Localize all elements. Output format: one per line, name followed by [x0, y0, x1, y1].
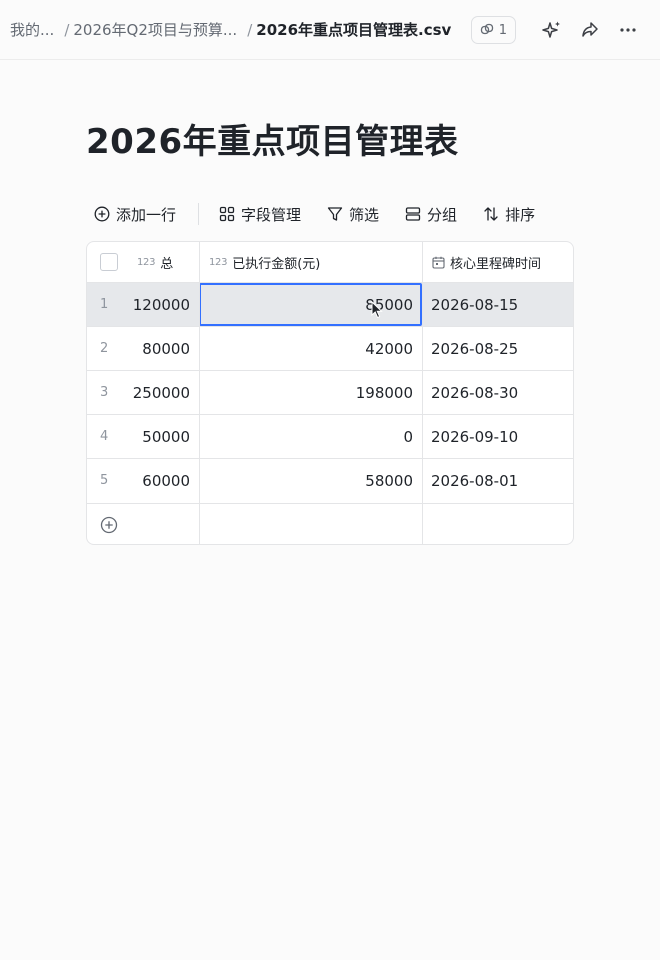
executed-amount-cell[interactable]: 198000	[200, 371, 413, 415]
sort-label: 排序	[505, 205, 536, 224]
column-header-milestone-date[interactable]: 核心里程碑时间	[422, 242, 573, 283]
breadcrumb-root[interactable]: 我的...	[10, 19, 54, 40]
total-cell[interactable]: 250000	[87, 371, 190, 415]
executed-amount-cell[interactable]: 42000	[200, 327, 413, 371]
total-cell[interactable]: 120000	[87, 283, 190, 327]
table-row[interactable]: 2 80000 42000 2026-08-25	[87, 327, 573, 371]
milestone-date-cell[interactable]: 2026-08-15	[431, 283, 518, 327]
column-header-executed-amount-label: 已执行金额(元)	[232, 257, 321, 272]
column-header-total-label: 总	[160, 257, 174, 272]
sort-arrows-icon	[484, 207, 498, 221]
milestone-date-cell[interactable]: 2026-08-01	[431, 459, 518, 503]
total-cell[interactable]: 50000	[87, 415, 190, 459]
table-row[interactable]: 1 120000 85000 2026-08-15	[87, 283, 573, 327]
top-actions: 1	[470, 14, 644, 46]
row-divider	[87, 370, 573, 371]
share-arrow-icon	[582, 22, 598, 37]
table-row[interactable]: 3 250000 198000 2026-08-30	[87, 371, 573, 415]
row-divider	[87, 458, 573, 459]
column-header-total[interactable]: 123 总	[137, 242, 173, 283]
copy-icon	[480, 23, 493, 35]
version-count: 1	[498, 22, 507, 38]
column-divider	[422, 242, 423, 544]
number-type-icon: 123	[209, 257, 228, 268]
add-row-label: 添加一行	[116, 205, 177, 224]
field-manage-label: 字段管理	[241, 205, 302, 224]
executed-amount-cell[interactable]: 58000	[200, 459, 413, 503]
filter-button[interactable]: 筛选	[327, 198, 379, 230]
more-button[interactable]	[612, 14, 644, 46]
sparkle-icon	[542, 21, 560, 38]
row-divider	[87, 326, 573, 327]
calendar-icon	[432, 256, 445, 269]
header-checkbox-column: 123 总	[87, 242, 199, 283]
table-row[interactable]: 5 60000 58000 2026-08-01	[87, 459, 573, 503]
row-divider	[87, 503, 573, 504]
table-toolbar: 添加一行 字段管理 筛选 分组 排序	[94, 198, 535, 230]
plus-circle-icon	[94, 206, 110, 222]
filter-funnel-icon	[327, 207, 343, 221]
milestone-date-cell[interactable]: 2026-08-25	[431, 327, 518, 371]
plus-circle-icon	[100, 516, 118, 534]
total-cell[interactable]: 80000	[87, 327, 190, 371]
number-type-icon: 123	[137, 257, 156, 268]
sort-button[interactable]: 排序	[483, 198, 535, 230]
grid-icon	[219, 206, 235, 222]
breadcrumb-current-file: 2026年重点项目管理表.csv	[256, 21, 452, 39]
table-row[interactable]: 4 50000 0 2026-09-10	[87, 415, 573, 459]
ai-sparkle-button[interactable]	[536, 14, 568, 46]
executed-amount-cell[interactable]: 0	[200, 415, 413, 459]
breadcrumb-folder[interactable]: 2026年Q2项目与预算...	[73, 19, 237, 40]
mouse-cursor-icon	[371, 300, 383, 323]
field-manage-button[interactable]: 字段管理	[219, 198, 301, 230]
add-row-button[interactable]: 添加一行	[94, 198, 176, 230]
select-all-checkbox[interactable]	[100, 253, 118, 271]
version-button[interactable]: 1	[470, 16, 516, 44]
milestone-date-cell[interactable]: 2026-09-10	[431, 415, 518, 459]
group-button[interactable]: 分组	[405, 198, 457, 230]
more-dots-icon	[620, 28, 636, 32]
filter-label: 筛选	[349, 205, 380, 224]
column-header-executed-amount[interactable]: 123 已执行金额(元)	[200, 242, 421, 283]
breadcrumb-separator: /	[64, 20, 70, 39]
share-button[interactable]	[574, 14, 606, 46]
add-row-inline-button[interactable]	[100, 516, 118, 538]
group-label: 分组	[427, 205, 458, 224]
top-bar: 我的... / 2026年Q2项目与预算... / 2026年重点项目管理表.c…	[0, 0, 660, 60]
column-header-milestone-date-label: 核心里程碑时间	[450, 257, 542, 272]
page-title: 2026年重点项目管理表	[86, 122, 459, 162]
data-table: 1 120000 85000 2026-08-15 2 80000 42000 …	[86, 241, 574, 545]
group-icon	[405, 207, 421, 221]
breadcrumb-separator: /	[247, 20, 253, 39]
column-divider	[199, 242, 200, 544]
total-cell[interactable]: 60000	[87, 459, 190, 503]
row-divider	[87, 414, 573, 415]
toolbar-divider	[198, 203, 200, 225]
milestone-date-cell[interactable]: 2026-08-30	[431, 371, 518, 415]
